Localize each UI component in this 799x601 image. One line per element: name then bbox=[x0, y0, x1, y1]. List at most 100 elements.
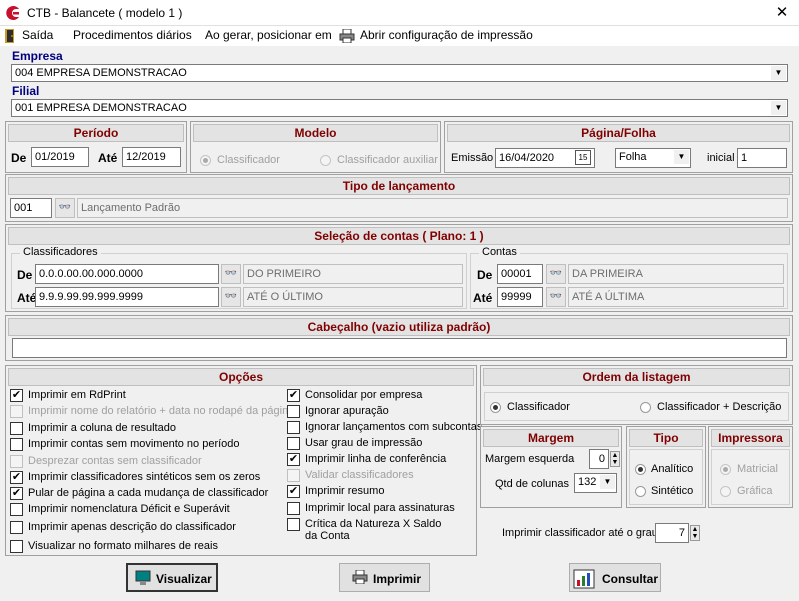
impressora-options-box: Matricial Gráfica bbox=[711, 449, 790, 505]
pagina-panel: Página/Folha Emissão 16/04/2020 15 Folha… bbox=[444, 121, 793, 173]
qtd-colunas-select[interactable]: 132 ▼ bbox=[574, 473, 617, 493]
filial-select[interactable]: 001 EMPRESA DEMONSTRACAO ▼ bbox=[11, 99, 788, 117]
tipo-lancamento-panel: Tipo de lançamento 001 👓 Lançamento Padr… bbox=[5, 174, 793, 222]
margem-esquerda-label: Margem esquerda bbox=[485, 453, 575, 465]
class-ate-desc: ATÉ O ÚLTIMO bbox=[243, 287, 463, 307]
ordem-classificador-descricao-radio[interactable] bbox=[640, 401, 651, 413]
option-checkbox[interactable]: ✔ bbox=[10, 389, 23, 402]
chevron-down-icon[interactable]: ▼ bbox=[771, 101, 786, 115]
impressora-grafica-label: Gráfica bbox=[737, 485, 773, 497]
cabecalho-input[interactable] bbox=[12, 338, 787, 358]
option-checkbox[interactable] bbox=[287, 421, 300, 434]
option-checkbox[interactable] bbox=[10, 438, 23, 451]
inicial-label: inicial bbox=[707, 152, 735, 164]
imprimir-button[interactable]: Imprimir bbox=[339, 563, 430, 592]
spinner-arrows-icon[interactable]: ▲ ▼ bbox=[610, 451, 620, 467]
monitor-icon bbox=[135, 570, 151, 585]
option-checkbox bbox=[10, 455, 23, 468]
option-checkbox[interactable] bbox=[10, 521, 23, 534]
impressora-title: Impressora bbox=[711, 429, 790, 447]
ordem-options-box: Classificador Classificador + Descrição bbox=[484, 392, 789, 421]
binoculars-icon[interactable]: 👓 bbox=[55, 198, 75, 218]
empresa-select[interactable]: 004 EMPRESA DEMONSTRACAO ▼ bbox=[11, 64, 788, 82]
impressora-matricial-radio bbox=[720, 463, 731, 475]
option-label: Imprimir classificadores sintéticos sem … bbox=[28, 471, 261, 483]
binoculars-icon[interactable]: 👓 bbox=[221, 264, 241, 284]
periodo-ate-label: Até bbox=[98, 151, 118, 165]
cabecalho-panel: Cabeçalho (vazio utiliza padrão) bbox=[5, 315, 793, 361]
folha-select[interactable]: Folha ▼ bbox=[615, 148, 691, 168]
option-checkbox[interactable]: ✔ bbox=[10, 471, 23, 484]
modelo-classificador-label: Classificador bbox=[217, 154, 280, 166]
class-de-input[interactable]: 0.0.0.00.00.000.0000 bbox=[35, 264, 219, 284]
calendar-icon[interactable]: 15 bbox=[575, 150, 591, 165]
chevron-down-icon[interactable]: ▼ bbox=[771, 66, 786, 80]
tipo-sintetico-radio[interactable] bbox=[635, 485, 646, 497]
menu-abrir-configuracao[interactable]: Abrir configuração de impressão bbox=[360, 28, 533, 42]
tipo-sintetico-label: Sintético bbox=[651, 485, 694, 497]
close-icon[interactable]: ✕ bbox=[770, 3, 794, 23]
modelo-panel: Modelo Classificador Classificador auxil… bbox=[190, 121, 441, 173]
grau-input[interactable]: 7 bbox=[655, 523, 689, 543]
selecao-contas-title: Seleção de contas ( Plano: 1 ) bbox=[8, 227, 790, 245]
ordem-classificador-descricao-label: Classificador + Descrição bbox=[657, 401, 782, 413]
option-checkbox[interactable]: ✔ bbox=[287, 389, 300, 402]
conta-ate-input[interactable]: 99999 bbox=[497, 287, 543, 307]
option-label: Imprimir local para assinaturas bbox=[305, 502, 455, 514]
filial-value: 001 EMPRESA DEMONSTRACAO bbox=[15, 102, 187, 114]
option-checkbox bbox=[10, 405, 23, 418]
option-label: Crítica da Natureza X Saldo bbox=[305, 518, 442, 530]
binoculars-icon[interactable]: 👓 bbox=[546, 264, 566, 284]
spinner-arrows-icon[interactable]: ▲ ▼ bbox=[690, 525, 700, 541]
visualizar-button[interactable]: Visualizar bbox=[126, 563, 218, 592]
impressora-matricial-label: Matricial bbox=[737, 463, 778, 475]
option-checkbox[interactable] bbox=[287, 437, 300, 450]
menu-ao-gerar[interactable]: Ao gerar, posicionar em bbox=[205, 28, 332, 42]
periodo-de-label: De bbox=[11, 151, 27, 165]
ordem-classificador-radio[interactable] bbox=[490, 401, 501, 413]
margem-esquerda-input[interactable]: 0 bbox=[589, 449, 609, 469]
periodo-de-input[interactable]: 01/2019 bbox=[31, 147, 89, 167]
option-label: Imprimir nomenclatura Déficit e Superávi… bbox=[28, 503, 230, 515]
conta-de-input[interactable]: 00001 bbox=[497, 264, 543, 284]
menu-bar: Saída Procedimentos diários Ao gerar, po… bbox=[0, 26, 799, 46]
option-checkbox[interactable] bbox=[287, 502, 300, 515]
periodo-panel: Período De 01/2019 Até 12/2019 bbox=[5, 121, 187, 173]
option-checkbox[interactable] bbox=[10, 540, 23, 553]
tipo-lancamento-title: Tipo de lançamento bbox=[8, 177, 790, 195]
modelo-classificador-auxiliar-radio bbox=[320, 154, 331, 166]
option-checkbox[interactable]: ✔ bbox=[287, 453, 300, 466]
option-checkbox[interactable]: ✔ bbox=[10, 487, 23, 500]
binoculars-icon[interactable]: 👓 bbox=[221, 287, 241, 307]
menu-saida[interactable]: Saída bbox=[22, 28, 53, 42]
option-label: Ignorar apuração bbox=[305, 405, 389, 417]
chevron-down-icon[interactable]: ▼ bbox=[600, 475, 615, 489]
option-checkbox[interactable] bbox=[287, 518, 300, 531]
chevron-down-icon[interactable]: ▼ bbox=[674, 150, 689, 164]
option-label: Imprimir nome do relatório + data no rod… bbox=[28, 405, 295, 417]
tipo-lancamento-code-input[interactable]: 001 bbox=[10, 198, 52, 218]
modelo-classificador-auxiliar-label: Classificador auxiliar bbox=[337, 154, 438, 166]
option-label: Visualizar no formato milhares de reais bbox=[28, 540, 218, 552]
option-checkbox[interactable]: ✔ bbox=[287, 485, 300, 498]
periodo-ate-input[interactable]: 12/2019 bbox=[122, 147, 181, 167]
menu-procedimentos-diarios[interactable]: Procedimentos diários bbox=[73, 28, 192, 42]
binoculars-icon[interactable]: 👓 bbox=[546, 287, 566, 307]
class-ate-input[interactable]: 9.9.9.99.99.999.9999 bbox=[35, 287, 219, 307]
ordem-panel: Ordem da listagem Classificador Classifi… bbox=[480, 365, 793, 425]
filial-label: Filial bbox=[12, 84, 40, 98]
tipo-title: Tipo bbox=[629, 429, 703, 447]
app-logo-icon bbox=[6, 6, 19, 20]
class-de-label: De bbox=[17, 268, 33, 282]
opcoes-panel: Opções ✔ Imprimir em RdPrint Imprimir nome… bbox=[5, 365, 482, 556]
qtd-colunas-label: Qtd de colunas bbox=[495, 478, 569, 490]
option-label-line2: da Conta bbox=[305, 530, 350, 542]
consultar-button[interactable]: Consultar bbox=[569, 563, 661, 592]
option-checkbox[interactable] bbox=[10, 422, 23, 435]
inicial-input[interactable]: 1 bbox=[737, 148, 787, 168]
tipo-analitico-radio[interactable] bbox=[635, 463, 646, 475]
option-checkbox[interactable] bbox=[287, 405, 300, 418]
option-checkbox[interactable] bbox=[10, 503, 23, 516]
contas-group-title: Contas bbox=[479, 246, 520, 258]
qtd-colunas-value: 132 bbox=[578, 476, 597, 488]
